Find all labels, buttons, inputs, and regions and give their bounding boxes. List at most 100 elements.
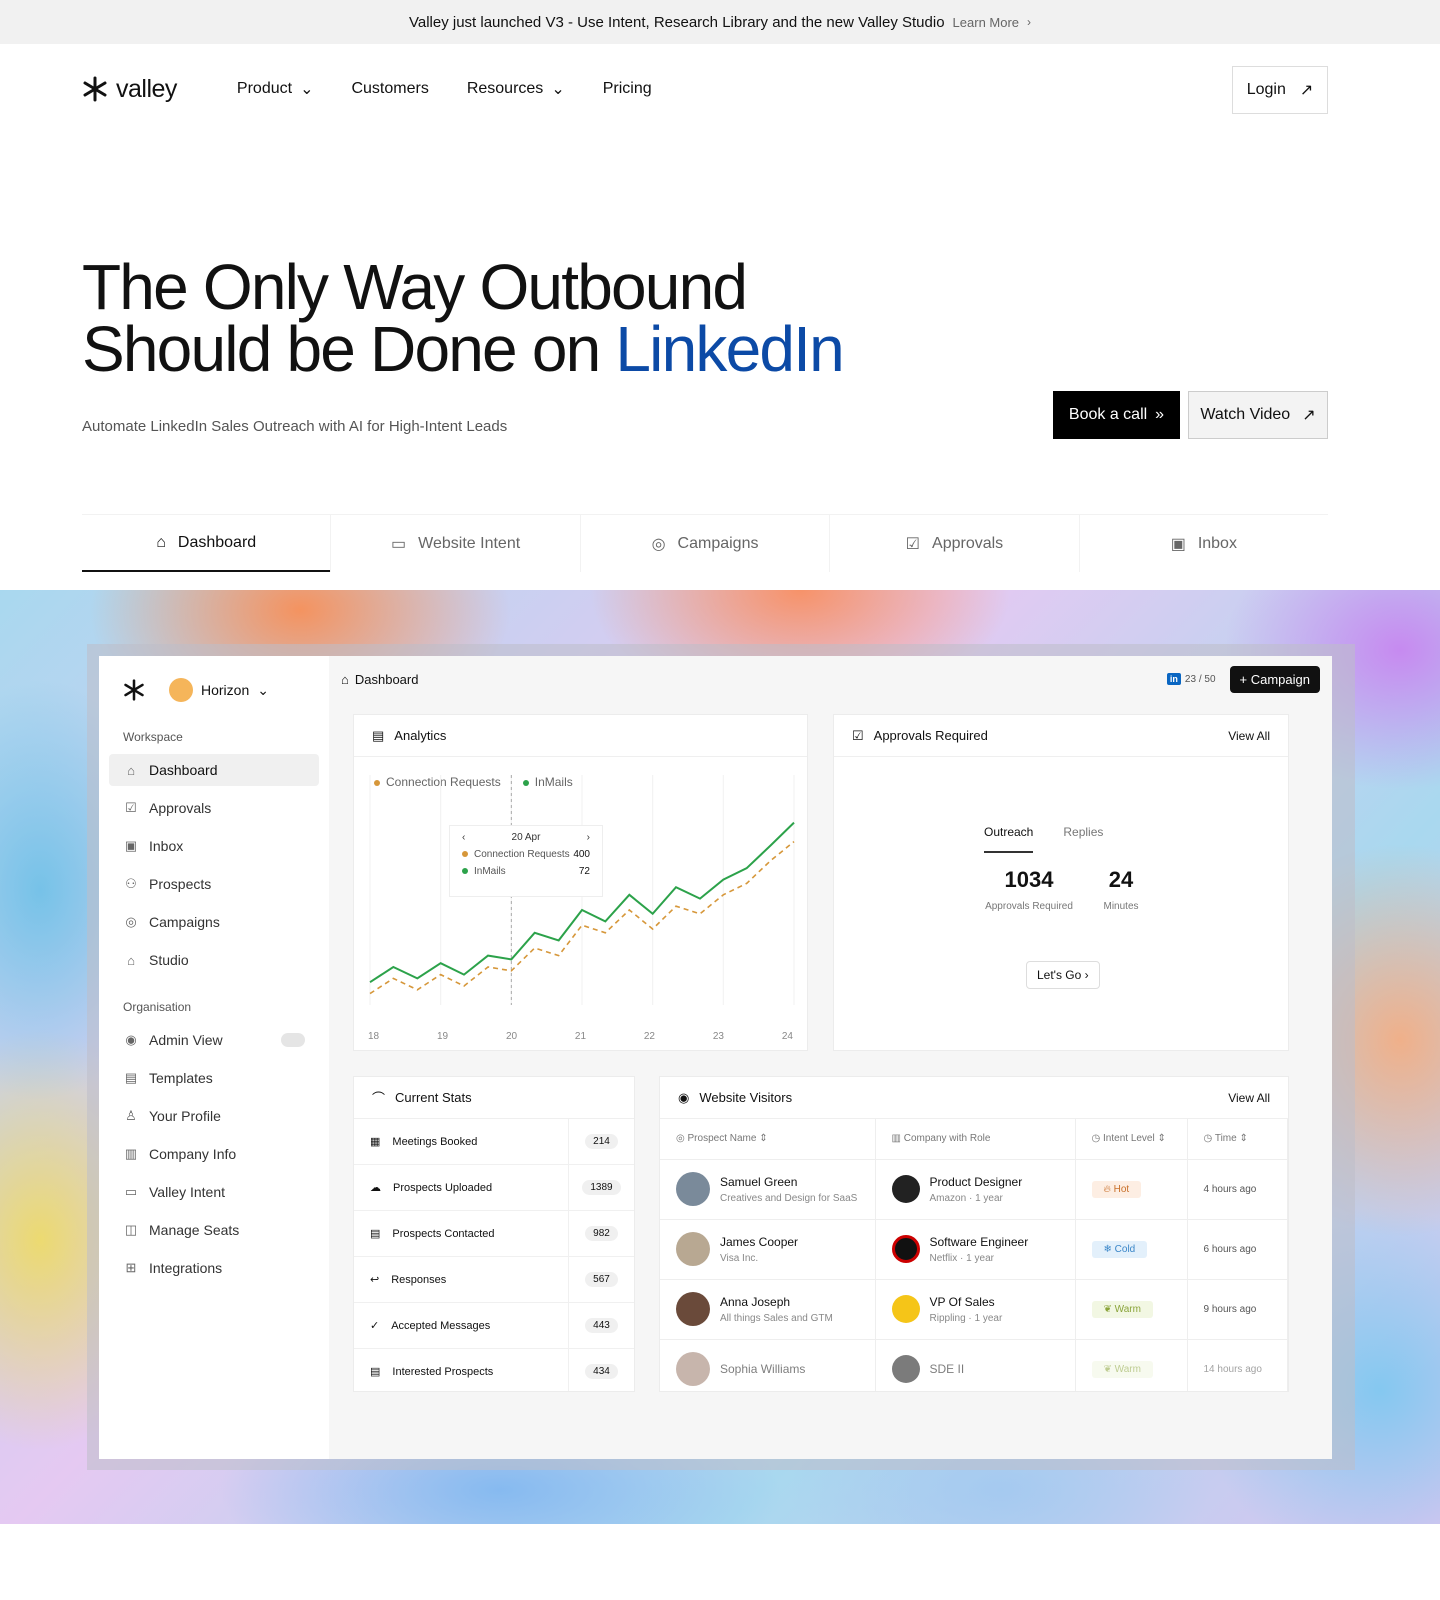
col-label: Intent Level [1103, 1133, 1155, 1145]
visitors-title: Website Visitors [699, 1090, 793, 1105]
file-icon: ▤ [124, 1070, 138, 1085]
col-label: Company with Role [903, 1133, 991, 1145]
watch-video-button[interactable]: Watch Video ↗ [1188, 391, 1328, 439]
table-row[interactable]: Anna Joseph All things Sales and GTM VP O… [660, 1279, 1288, 1340]
avatar [676, 1172, 710, 1206]
tooltip-label: InMails [474, 866, 506, 877]
hero: The Only Way Outbound Should be Done on L… [0, 134, 1440, 514]
building-icon: ▥ [124, 1146, 138, 1161]
prospect-sub: All things Sales and GTM [720, 1312, 833, 1324]
x-tick-label: 22 [643, 1031, 655, 1042]
sidebar-item-studio[interactable]: ⌂ Studio [109, 944, 319, 976]
sidebar-label: Manage Seats [149, 1222, 240, 1238]
admin-view-toggle[interactable] [281, 1033, 305, 1047]
col-company[interactable]: ▥ Company with Role [875, 1119, 1076, 1160]
add-campaign-button[interactable]: + Campaign [1229, 665, 1320, 693]
watch-video-label: Watch Video [1200, 406, 1291, 423]
visit-time: 6 hours ago [1187, 1219, 1288, 1280]
login-button[interactable]: Login ↗ [1232, 66, 1328, 114]
logo[interactable]: valley [82, 75, 177, 104]
sidebar-item-campaigns[interactable]: ◎ Campaigns [109, 906, 319, 938]
tab-outreach[interactable]: Outreach [984, 825, 1034, 853]
nav-product-label: Product [236, 80, 293, 97]
x-tick-label: 20 [505, 1031, 518, 1042]
table-row[interactable]: Samuel Green Creatives and Design for Saa… [660, 1159, 1288, 1220]
sidebar-label: Valley Intent [149, 1184, 226, 1200]
visit-time: 9 hours ago [1187, 1279, 1288, 1340]
nav-product[interactable]: Product ⌄ [237, 79, 314, 99]
sidebar-label: Company Info [149, 1146, 237, 1162]
clock-icon: ◷ [1203, 1133, 1215, 1145]
col-time[interactable]: ◷ Time ⇕ [1187, 1119, 1288, 1160]
seat-count: 23 / 50 [1184, 673, 1216, 685]
sidebar-item-templates[interactable]: ▤ Templates [109, 1062, 319, 1094]
stat-label: Meetings Booked [392, 1135, 478, 1148]
announcement-banner[interactable]: Valley just launched V3 - Use Intent, Re… [0, 0, 1440, 44]
avatar [676, 1352, 710, 1386]
workspace-label: Workspace [123, 730, 183, 744]
sidebar-item-your-profile[interactable]: ♙ Your Profile [109, 1100, 319, 1132]
nav-customers[interactable]: Customers [351, 79, 428, 99]
check-square-icon: ☑ [852, 727, 864, 743]
tab-website-intent[interactable]: ▭ Website Intent [330, 515, 579, 572]
sidebar-item-dashboard[interactable]: ⌂ Dashboard [109, 754, 319, 786]
upload-icon: ☁ [370, 1182, 381, 1194]
app-preview: Horizon ⌄ Workspace ⌂ Dashboard ☑ Approvals… [99, 656, 1332, 1459]
stats-title: Current Stats [395, 1090, 472, 1105]
eye-icon: ◉ [678, 1089, 690, 1105]
chevron-right-icon[interactable]: › [587, 832, 590, 843]
stat-value: 434 [585, 1364, 618, 1379]
stat-row: ▦ Meetings Booked 214 [354, 1119, 634, 1165]
col-prospect-name[interactable]: ◎ Prospect Name ⇕ [660, 1119, 876, 1160]
app-main: ⌂ Dashboard in 23 / 50 + Campaign ▤ Analyt… [329, 656, 1332, 1459]
tab-approvals[interactable]: ☑ Approvals [829, 515, 1078, 572]
visit-time: 14 hours ago [1187, 1339, 1288, 1391]
target-icon: ◎ [651, 535, 666, 553]
nav-resources[interactable]: Resources ⌄ [467, 79, 565, 99]
tab-inbox[interactable]: ▣ Inbox [1078, 515, 1328, 572]
tab-label: Inbox [1197, 534, 1237, 552]
sidebar-item-inbox[interactable]: ▣ Inbox [109, 830, 319, 862]
tab-label: Dashboard [177, 533, 257, 551]
view-all-link[interactable]: View All [1228, 729, 1270, 743]
valley-logo-icon [124, 679, 144, 701]
chevron-down-icon: ⌄ [257, 681, 269, 698]
prospect-sub: Creatives and Design for SaaS [720, 1192, 858, 1204]
sidebar-item-approvals[interactable]: ☑ Approvals [109, 792, 319, 824]
studio-icon: ⌂ [127, 952, 135, 968]
tab-dashboard[interactable]: ⌂ Dashboard [82, 515, 331, 572]
stat-row: ▤ Prospects Contacted 982 [354, 1211, 634, 1257]
view-all-link[interactable]: View All [1228, 1091, 1270, 1105]
table-row[interactable]: James Cooper Visa Inc. Software Engineer N… [660, 1219, 1288, 1280]
campaign-label: Campaign [1250, 671, 1310, 687]
sidebar-label: Approvals [149, 800, 212, 816]
stat-label: Prospects Uploaded [393, 1181, 493, 1194]
book-call-button[interactable]: Book a call » [1053, 391, 1180, 439]
table-row[interactable]: Sophia Williams SDE II ❦ Warm 14 hours a… [660, 1339, 1288, 1391]
lets-go-button[interactable]: Let's Go › [1026, 961, 1100, 989]
sidebar-item-admin-view[interactable]: ◉ Admin View [109, 1024, 319, 1056]
learn-more-link[interactable]: Learn More [953, 15, 1019, 30]
gauge-icon: ◷ [1091, 1133, 1104, 1145]
x-tick-label: 19 [436, 1031, 449, 1042]
sidebar-item-valley-intent[interactable]: ▭ Valley Intent [109, 1176, 319, 1208]
x-tick-label: 23 [712, 1031, 724, 1042]
nav-pricing[interactable]: Pricing [603, 79, 652, 99]
sidebar-label: Inbox [149, 838, 184, 854]
valley-logo-icon [83, 76, 107, 102]
chart-tooltip: ‹ 20 Apr › Connection Requests 400 InMails 7… [449, 825, 603, 897]
tab-campaigns[interactable]: ◎ Campaigns [579, 515, 829, 572]
col-intent[interactable]: ◷ Intent Level ⇕ [1075, 1119, 1188, 1160]
sidebar-item-company-info[interactable]: ▥ Company Info [109, 1138, 319, 1170]
lets-go-label: Let's Go [1037, 968, 1082, 982]
chevron-left-icon[interactable]: ‹ [462, 832, 465, 843]
sidebar-label: Prospects [149, 876, 212, 892]
sidebar-label: Your Profile [149, 1108, 221, 1124]
org-switcher[interactable]: Horizon ⌄ [169, 678, 269, 702]
analytics-title: Analytics [394, 728, 447, 743]
sidebar-item-manage-seats[interactable]: ◫ Manage Seats [109, 1214, 319, 1246]
tab-replies[interactable]: Replies [1063, 825, 1103, 853]
tooltip-dot [462, 868, 468, 874]
sidebar-item-integrations[interactable]: ⊞ Integrations [109, 1252, 319, 1284]
sidebar-item-prospects[interactable]: ⚇ Prospects [109, 868, 319, 900]
